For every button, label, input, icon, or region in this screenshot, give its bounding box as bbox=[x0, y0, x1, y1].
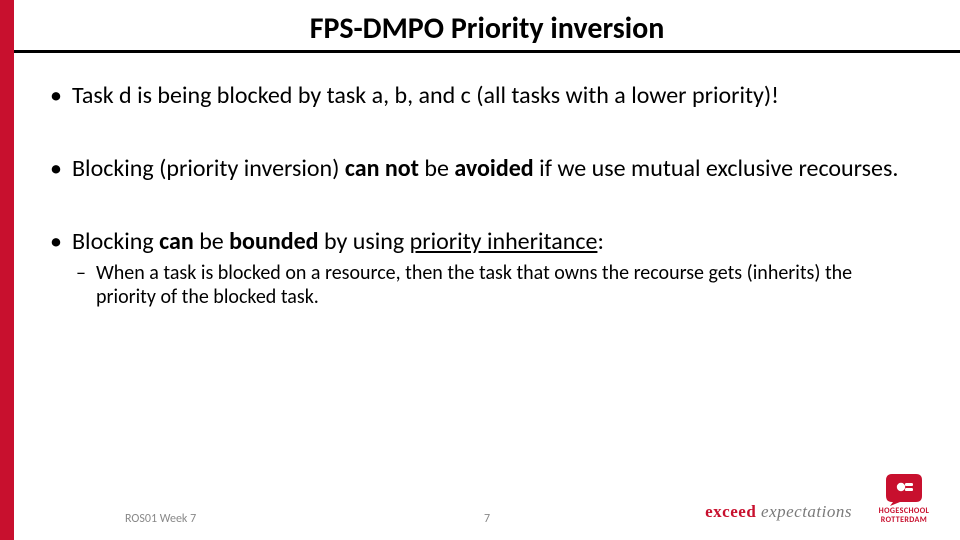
bullet-list: Task d is being blocked by task a, b, an… bbox=[46, 82, 910, 310]
bullet-2-seg-e: if we use mutual exclusive recourses. bbox=[534, 154, 899, 183]
footer-page-number: 7 bbox=[484, 512, 490, 526]
bullet-2-seg-a: Blocking (priority inversion) bbox=[72, 154, 345, 183]
bullet-2-seg-c: be bbox=[419, 154, 454, 183]
content-area: Task d is being blocked by task a, b, an… bbox=[46, 82, 910, 316]
sub-bullet-list: When a task is blocked on a resource, th… bbox=[72, 262, 910, 309]
bullet-3-seg-c: be bbox=[194, 227, 229, 256]
footer: ROS01 Week 7 7 exceed expectations HOGES… bbox=[0, 500, 960, 526]
brand-tagline: exceed expectations bbox=[705, 502, 852, 522]
bullet-3: Blocking can be bounded by using priorit… bbox=[46, 228, 910, 310]
bullet-2-seg-b: can not bbox=[345, 154, 419, 183]
bullet-3-seg-d: bounded bbox=[229, 227, 318, 256]
sub-bullet-1-text: When a task is blocked on a resource, th… bbox=[96, 261, 852, 309]
bullet-3-seg-e: by using bbox=[319, 227, 410, 256]
brand-word-1: exceed bbox=[705, 502, 756, 521]
title-underline bbox=[14, 50, 960, 53]
slide: FPS-DMPO Priority inversion Task d is be… bbox=[0, 0, 960, 540]
footer-left: ROS01 Week 7 bbox=[125, 512, 196, 526]
bullet-3-seg-g: : bbox=[597, 227, 603, 256]
logo-icon bbox=[886, 474, 922, 506]
bullet-2: Blocking (priority inversion) can not be… bbox=[46, 155, 910, 184]
sub-bullet-1: When a task is blocked on a resource, th… bbox=[72, 262, 910, 309]
bullet-2-seg-d: avoided bbox=[454, 154, 533, 183]
title-wrap: FPS-DMPO Priority inversion bbox=[14, 10, 960, 47]
logo-text-line2: ROTTERDAM bbox=[860, 516, 948, 524]
bullet-1: Task d is being blocked by task a, b, an… bbox=[46, 82, 910, 111]
brand-word-2: expectations bbox=[756, 502, 852, 521]
bullet-3-seg-f: priority inheritance bbox=[410, 227, 598, 256]
slide-title: FPS-DMPO Priority inversion bbox=[310, 10, 665, 47]
bullet-3-seg-a: Blocking bbox=[72, 227, 159, 256]
bullet-3-seg-b: can bbox=[159, 227, 194, 256]
school-logo: HOGESCHOOL ROTTERDAM bbox=[860, 474, 948, 524]
bullet-1-text: Task d is being blocked by task a, b, an… bbox=[72, 81, 779, 110]
accent-bar bbox=[0, 0, 14, 540]
